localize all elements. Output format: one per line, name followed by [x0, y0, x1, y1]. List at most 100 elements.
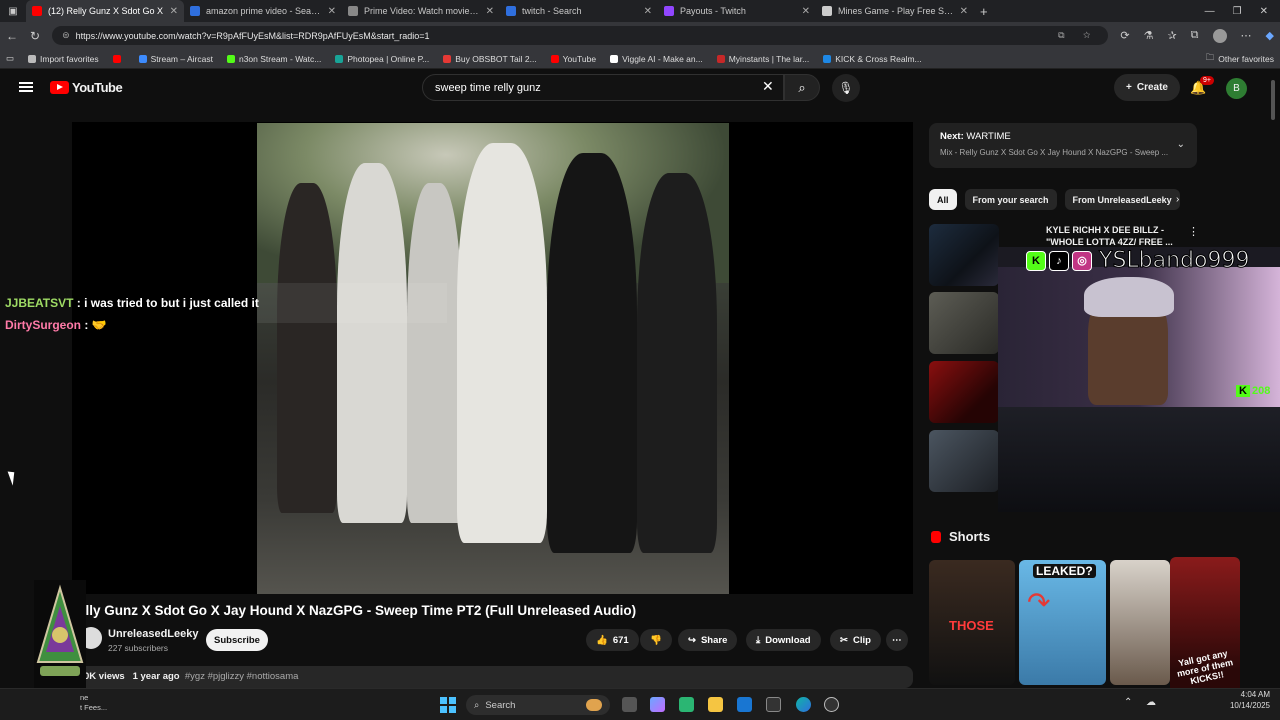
- bookmark-label: Viggle AI - Make an...: [622, 53, 703, 64]
- taskbar-widget[interactable]: ne t Fees...: [80, 693, 107, 713]
- video-figure: [277, 183, 337, 513]
- filter-chip[interactable]: From UnreleasedLeeky: [1064, 189, 1180, 210]
- bookmark-item[interactable]: Stream – Aircast: [138, 54, 213, 64]
- more-menu-icon[interactable]: ⋯: [1241, 29, 1252, 43]
- bookmark-item[interactable]: KICK & Cross Realm...: [823, 54, 922, 64]
- browser-tab[interactable]: twitch - Search ✕: [500, 0, 658, 22]
- scrollbar-thumb[interactable]: [1271, 80, 1275, 120]
- description-box[interactable]: 0K views 1 year ago #ygz #pjglizzy #nott…: [72, 666, 913, 688]
- tab-close-icon[interactable]: ✕: [960, 6, 968, 17]
- browser-tab[interactable]: Mines Game - Play Free Social Ca ✕: [816, 0, 974, 22]
- bookmark-item[interactable]: YouTube: [550, 53, 597, 64]
- clock[interactable]: 4:04 AM 10/14/2025: [1210, 689, 1270, 711]
- bookmark-item[interactable]: Import favorites: [28, 54, 99, 64]
- account-avatar[interactable]: B: [1226, 78, 1247, 99]
- search-button[interactable]: ⌕: [784, 74, 820, 101]
- new-tab-button[interactable]: +: [974, 4, 994, 19]
- dislike-button[interactable]: 👎: [640, 629, 672, 651]
- tab-close-icon[interactable]: ✕: [170, 6, 178, 17]
- bookmark-label: YouTube: [562, 53, 597, 64]
- settings-gear-icon[interactable]: [824, 697, 839, 712]
- sidebar-toggle-icon[interactable]: ▭: [6, 53, 14, 64]
- close-window-icon[interactable]: ✕: [1260, 6, 1268, 17]
- edge-icon[interactable]: [796, 697, 811, 712]
- bookmark-item[interactable]: Myinstants | The lar...: [716, 54, 809, 64]
- thumbs-down-icon: 👎: [650, 634, 662, 646]
- collections-icon[interactable]: ⧉: [1191, 29, 1199, 43]
- back-arrow-icon[interactable]: ←: [6, 29, 18, 43]
- clip-button[interactable]: ✂ Clip: [830, 629, 881, 651]
- site-info-icon[interactable]: ⊜: [62, 30, 70, 41]
- download-label: Download: [765, 634, 811, 646]
- bookmark-item[interactable]: n3on Stream - Watc...: [226, 54, 321, 64]
- voice-search-button[interactable]: 🎙: [832, 74, 860, 102]
- page-scrollbar[interactable]: [1270, 80, 1276, 680]
- favorite-star-icon[interactable]: ⧉ ☆: [1058, 30, 1098, 41]
- filter-chip[interactable]: From your search: [964, 189, 1057, 210]
- profile-icon[interactable]: [1212, 28, 1227, 43]
- short-thumbnail[interactable]: THOSE: [929, 560, 1015, 685]
- favorites-icon[interactable]: ✰: [1167, 29, 1176, 43]
- network-icon[interactable]: ☁: [1146, 697, 1156, 708]
- like-button[interactable]: 👍 671: [586, 629, 639, 651]
- recommendation-thumbnail[interactable]: [929, 224, 999, 286]
- channel-name[interactable]: UnreleasedLeeky: [108, 628, 199, 640]
- lab-icon[interactable]: ⚗: [1144, 29, 1154, 43]
- bookmark-item[interactable]: Buy OBSBOT Tail 2...: [443, 54, 537, 64]
- copilot-icon[interactable]: ◆: [1266, 29, 1274, 43]
- subscribe-button[interactable]: Subscribe: [206, 629, 268, 651]
- tab-actions-icon[interactable]: ▣: [0, 6, 26, 17]
- short-caption: Yall got any more of them KICKS!!: [1176, 648, 1234, 687]
- url-field[interactable]: ⊜ https://www.youtube.com/watch?v=R9pAfF…: [52, 26, 1109, 45]
- search-input[interactable]: sweep time relly gunz: [422, 74, 784, 101]
- extensions-icon[interactable]: ⟳: [1120, 29, 1129, 43]
- bookmark-other-favorites[interactable]: 🗀 Other favorites: [1206, 52, 1274, 66]
- tab-close-icon[interactable]: ✕: [328, 6, 336, 17]
- store-icon[interactable]: [679, 697, 694, 712]
- tab-favicon-icon: [506, 6, 516, 16]
- browser-tab[interactable]: Payouts - Twitch ✕: [658, 0, 816, 22]
- bookmark-item[interactable]: [112, 54, 125, 64]
- task-view-icon[interactable]: [622, 697, 637, 712]
- more-vertical-icon[interactable]: ⋮: [1188, 225, 1199, 238]
- video-frame[interactable]: [257, 123, 729, 594]
- short-thumbnail[interactable]: LEAKED? ↷: [1019, 560, 1106, 685]
- browser-tab[interactable]: amazon prime video - Search ✕: [184, 0, 342, 22]
- hashtags[interactable]: #ygz #pjglizzy #nottiosama: [185, 671, 299, 682]
- copilot-icon[interactable]: [650, 697, 665, 712]
- tab-close-icon[interactable]: ✕: [644, 6, 652, 17]
- recommendation-thumbnail[interactable]: [929, 430, 999, 492]
- app-icon[interactable]: [766, 697, 781, 712]
- video-figure: [637, 173, 717, 553]
- bookmark-item[interactable]: Viggle AI - Make an...: [610, 54, 703, 64]
- short-thumbnail[interactable]: [1110, 560, 1170, 685]
- outlook-icon[interactable]: [737, 697, 752, 712]
- recommendation-title[interactable]: KYLE RICHH X DEE BILLZ - "WHOLE LOTTA 4Z…: [1046, 224, 1176, 248]
- recommendation-thumbnail[interactable]: [929, 292, 999, 354]
- tab-close-icon[interactable]: ✕: [802, 6, 810, 17]
- minimize-icon[interactable]: —: [1205, 6, 1215, 17]
- filter-chip[interactable]: All: [929, 189, 957, 210]
- playlist-next-panel[interactable]: Next: WARTIME Mix - Relly Gunz X Sdot Go…: [929, 123, 1197, 168]
- restore-icon[interactable]: ❐: [1233, 6, 1242, 17]
- refresh-icon[interactable]: ↻: [30, 29, 40, 43]
- create-button[interactable]: + Create: [1114, 74, 1180, 101]
- browser-tab[interactable]: (12) Relly Gunz X Sdot Go X ✕: [26, 0, 184, 22]
- file-explorer-icon[interactable]: [708, 697, 723, 712]
- menu-icon[interactable]: [19, 82, 33, 92]
- browser-tab[interactable]: Prime Video: Watch movies, TV sh ✕: [342, 0, 500, 22]
- tab-close-icon[interactable]: ✕: [486, 6, 494, 17]
- download-button[interactable]: ⤓ Download: [746, 629, 821, 651]
- clear-search-icon[interactable]: ✕: [762, 78, 774, 95]
- chevron-up-icon[interactable]: ⌃: [1124, 697, 1132, 708]
- windows-start-icon[interactable]: [440, 697, 456, 713]
- share-button[interactable]: ↪ Share: [678, 629, 738, 651]
- window-controls: — ❐ ✕: [1205, 6, 1280, 17]
- bookmark-item[interactable]: Photopea | Online P...: [335, 54, 429, 64]
- chevron-down-icon[interactable]: ⌄: [1177, 139, 1185, 150]
- more-actions-button[interactable]: ⋯: [886, 629, 908, 651]
- taskbar-search[interactable]: ⌕ Search: [466, 695, 610, 715]
- chevron-right-icon[interactable]: ›: [1176, 194, 1179, 205]
- recommendation-thumbnail[interactable]: [929, 361, 999, 423]
- youtube-logo[interactable]: YouTube: [50, 80, 123, 95]
